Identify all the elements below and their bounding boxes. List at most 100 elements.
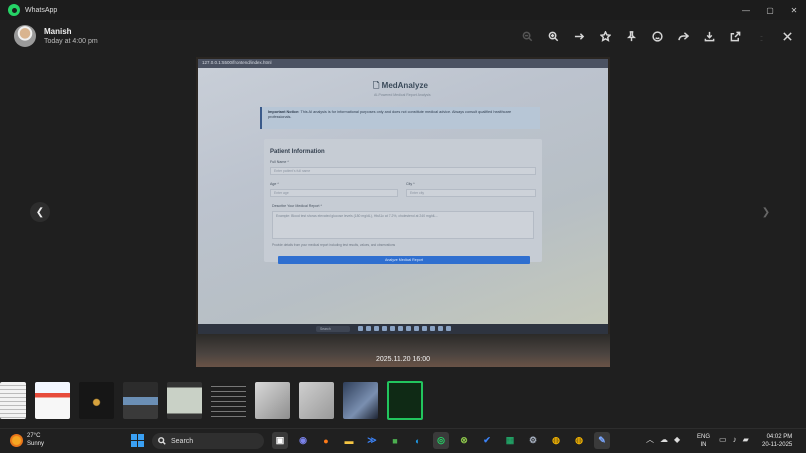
media-thumbnail[interactable] (0, 382, 26, 419)
report-hint: Provide details from your medical report… (272, 243, 396, 247)
open-external-icon (730, 31, 740, 41)
city-field: Enter city (406, 189, 536, 197)
maximize-button[interactable]: ▢ (758, 0, 782, 20)
notice-label: Important Notice: (268, 110, 300, 114)
full-name-label: Full Name * (270, 160, 289, 164)
weather-temperature: 27°C (27, 433, 41, 439)
photographed-taskbar-icons (358, 326, 451, 331)
media-thumbnail[interactable] (35, 382, 70, 419)
photo-timestamp-caption: 2025.11.20 16:00 (376, 356, 430, 363)
medanalyze-title-text: MedAnalyze (381, 81, 428, 90)
zoom-in-button[interactable] (542, 24, 564, 48)
sunny-weather-icon (10, 433, 23, 447)
go-to-message-button[interactable] (568, 24, 590, 48)
app-title: WhatsApp (25, 6, 58, 14)
weather-widget[interactable]: 27°C Sunny (10, 432, 44, 448)
whatsapp-media-viewer: WhatsApp — ▢ ✕ Manish Today at 4:00 pm ❮… (0, 0, 806, 453)
minimize-button[interactable]: — (734, 0, 758, 20)
todo-icon[interactable]: ✔ (479, 432, 495, 449)
zoom-in-icon (548, 31, 558, 41)
react-button[interactable] (646, 24, 668, 48)
analyze-report-button: Analyze Medical Report (278, 256, 530, 264)
excel-icon[interactable]: ▦ (502, 432, 518, 449)
photo: 127.0.0.1:5500/frontend/index.html 🗋 Med… (196, 57, 610, 367)
taskbar-apps: ▣ ◉ ● ▬ ≫ ■ ◐ ◎ ⊗ ✔ ▦ ⚙ ◍ ◍ ✎ (272, 432, 610, 449)
star-button[interactable] (594, 24, 616, 48)
chrome-profile-icon[interactable]: ◍ (571, 432, 587, 449)
pin-icon (626, 30, 636, 41)
media-thumbnail[interactable] (299, 382, 334, 419)
pin-button[interactable] (620, 24, 642, 48)
edge-icon[interactable]: ◐ (410, 432, 426, 449)
media-toolbar (516, 24, 798, 48)
emoji-icon (651, 30, 663, 42)
message-timestamp: Today at 4:00 pm (44, 38, 98, 45)
download-button[interactable] (698, 24, 720, 48)
more-options-button[interactable] (750, 24, 772, 48)
previous-media-button[interactable]: ❮ (30, 202, 50, 222)
download-icon (704, 31, 714, 41)
taskbar-search[interactable]: Search (152, 433, 264, 449)
notice-text: This AI analysis is for informational pu… (268, 110, 512, 119)
language-code: ENG (697, 434, 711, 440)
settings-gear-icon[interactable]: ⚙ (525, 432, 541, 449)
photographed-search: Search (316, 326, 350, 332)
close-viewer-button[interactable] (776, 24, 798, 48)
next-media-button[interactable]: ❯ (756, 202, 776, 222)
report-label: Describe Your Medical Report * (272, 204, 322, 208)
media-viewer: ❮ ❯ 127.0.0.1:5500/frontend/index.html 🗋… (0, 52, 806, 374)
avatar[interactable] (14, 25, 36, 47)
file-explorer-icon[interactable]: ▬ (341, 432, 357, 449)
media-thumbnail[interactable] (123, 382, 158, 419)
firefox-icon[interactable]: ● (318, 432, 334, 449)
report-textarea: Example: Blood test shows elevated gluco… (272, 211, 534, 239)
chevron-up-icon[interactable]: ︿ (646, 434, 654, 445)
chrome-icon[interactable]: ◍ (548, 432, 564, 449)
quick-settings[interactable]: ▭ ♪ ▰ (719, 435, 749, 444)
app-tray-icon[interactable]: ◆ (674, 435, 680, 444)
age-field: Enter age (270, 189, 398, 197)
onedrive-cloud-icon[interactable]: ☁ (660, 435, 668, 444)
arrow-right-icon (574, 32, 584, 40)
media-thumbnail[interactable] (167, 382, 202, 419)
language-indicator[interactable]: ENG IN (697, 433, 710, 449)
vscode-icon[interactable]: ≫ (364, 432, 380, 449)
volume-icon: ♪ (732, 435, 737, 444)
sender-info: Manish Today at 4:00 pm (44, 27, 98, 45)
media-thumbnail[interactable] (79, 382, 114, 419)
medanalyze-title: 🗋 MedAnalyze (373, 81, 428, 90)
taskbar-clock[interactable]: 04:02 PM 20-11-2025 (762, 433, 792, 449)
city-label: City * (406, 182, 415, 186)
start-button[interactable] (131, 434, 144, 447)
snipping-tool-icon[interactable]: ✎ (594, 432, 610, 449)
search-icon (158, 432, 166, 450)
search-label: Search (171, 437, 194, 445)
store-icon[interactable]: ■ (387, 432, 403, 449)
forward-icon (677, 31, 689, 40)
media-thumbnail[interactable] (211, 382, 246, 419)
task-view-icon[interactable]: ▣ (272, 432, 288, 449)
clock-date: 20-11-2025 (762, 442, 793, 448)
whatsapp-logo-icon (8, 4, 20, 16)
star-icon (599, 30, 611, 42)
media-thumbnail[interactable] (255, 382, 290, 419)
media-thumbnail-strip (0, 378, 806, 422)
age-label: Age * (270, 182, 279, 186)
xbox-icon[interactable]: ⊗ (456, 432, 472, 449)
display-icon: ▭ (719, 435, 727, 444)
forward-button[interactable] (672, 24, 694, 48)
zoom-out-button[interactable] (516, 24, 538, 48)
open-external-button[interactable] (724, 24, 746, 48)
window-controls: — ▢ ✕ (734, 0, 806, 20)
media-thumbnail-selected[interactable] (387, 381, 423, 420)
browser-url-bar: 127.0.0.1:5500/frontend/index.html (198, 59, 608, 68)
patient-info-card: Patient Information Full Name * Enter pa… (264, 139, 542, 262)
url-text: 127.0.0.1:5500/frontend/index.html (202, 60, 272, 65)
whatsapp-taskbar-icon[interactable]: ◎ (433, 432, 449, 449)
close-window-button[interactable]: ✕ (782, 0, 806, 20)
teams-icon[interactable]: ◉ (295, 432, 311, 449)
media-thumbnail[interactable] (343, 382, 378, 419)
photographed-taskbar: Search (198, 324, 608, 334)
weather-text: 27°C Sunny (27, 432, 44, 448)
zoom-out-icon (522, 31, 532, 41)
